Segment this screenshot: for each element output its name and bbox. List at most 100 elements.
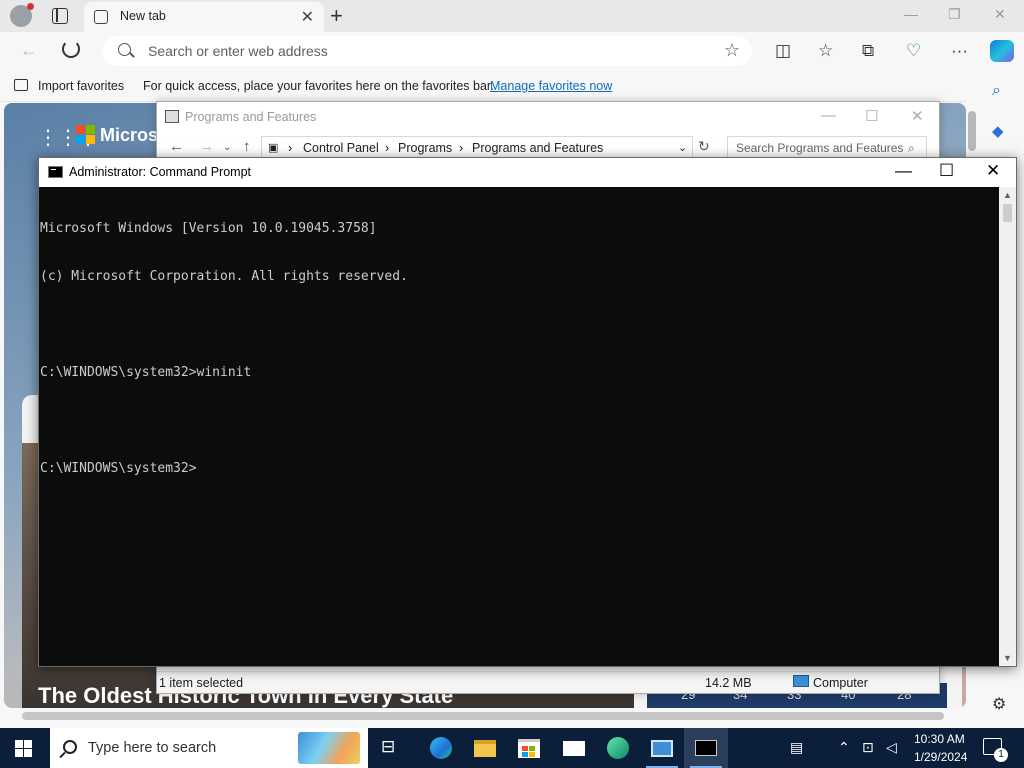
task-view-icon: ⊟ xyxy=(381,737,396,756)
breadcrumb-cp-icon: ▣ xyxy=(268,142,279,154)
clock-time[interactable]: 10:30 AM xyxy=(914,732,965,746)
breadcrumb-separator-icon: › xyxy=(459,141,464,155)
console-line: Microsoft Windows [Version 10.0.19045.37… xyxy=(40,221,377,236)
browser-restore-button[interactable]: ❐ xyxy=(948,6,961,23)
pf-titlebar[interactable]: Programs and Features — ☐ ✕ xyxy=(157,102,939,132)
taskbar-file-explorer[interactable] xyxy=(463,728,507,768)
search-highlights-icon[interactable] xyxy=(298,732,360,764)
cmd-titlebar[interactable]: Administrator: Command Prompt — ☐ ✕ xyxy=(39,158,1016,187)
sidebar-shopping-icon[interactable]: ◆ xyxy=(992,122,1004,140)
cmd-close-button[interactable]: ✕ xyxy=(986,161,1000,181)
status-selected-count: 1 item selected xyxy=(159,676,244,690)
pf-forward-arrow-icon[interactable]: → xyxy=(199,138,214,155)
pf-back-arrow-icon[interactable]: ← xyxy=(169,138,184,155)
status-size: 14.2 MB xyxy=(705,676,752,690)
cmd-icon xyxy=(695,740,717,756)
show-hidden-icons-chevron-icon[interactable]: ⌃ xyxy=(838,739,850,756)
browser-close-button[interactable]: ✕ xyxy=(994,6,1006,23)
cmd-minimize-button[interactable]: — xyxy=(895,161,912,181)
refresh-icon[interactable] xyxy=(62,40,80,58)
scroll-up-arrow-icon[interactable]: ▲ xyxy=(1003,190,1012,200)
copilot-icon[interactable] xyxy=(990,40,1014,62)
scroll-down-arrow-icon[interactable]: ▼ xyxy=(1003,653,1012,663)
pf-search-icon: ⌕ xyxy=(908,141,915,155)
taskbar-control-panel[interactable] xyxy=(640,728,684,768)
cmd-maximize-button[interactable]: ☐ xyxy=(939,161,954,181)
cmd-vertical-scrollbar[interactable]: ▲ ▼ xyxy=(999,187,1016,666)
sidebar-search-icon[interactable]: ⌕ xyxy=(992,82,1001,100)
pf-minimize-button[interactable]: — xyxy=(821,107,836,124)
notification-count-badge: 1 xyxy=(994,748,1008,762)
task-view-button[interactable]: ⊟ xyxy=(370,728,414,768)
taskbar: Type here to search ⊟ ▤ ⌃ ⊡ ◁ 10:30 AM 1… xyxy=(0,728,1024,768)
pf-maximize-button[interactable]: ☐ xyxy=(865,107,878,125)
scrollbar-thumb[interactable] xyxy=(22,712,944,720)
taskbar-mail[interactable] xyxy=(552,728,596,768)
favorites-hint-text: For quick access, place your favorites h… xyxy=(143,79,494,93)
breadcrumb-item[interactable]: Programs xyxy=(398,141,452,155)
breadcrumb-item[interactable]: Control Panel xyxy=(303,141,379,155)
address-bar[interactable]: Search or enter web address ☆ xyxy=(102,36,752,66)
taskbar-edge[interactable] xyxy=(419,728,463,768)
command-prompt-window: Administrator: Command Prompt — ☐ ✕ Micr… xyxy=(38,157,1017,667)
store-bag-icon xyxy=(518,739,540,758)
tab-new-tab[interactable]: New tab ✕ xyxy=(84,2,324,32)
favorite-star-icon[interactable]: ☆ xyxy=(724,40,740,61)
scrollbar-thumb[interactable] xyxy=(968,111,976,151)
tab-actions-icon[interactable] xyxy=(52,8,68,24)
tab-strip: New tab ✕ + — ❐ ✕ xyxy=(0,0,1024,32)
profile-avatar-icon[interactable] xyxy=(10,3,34,27)
breadcrumb[interactable]: ▣ › Control Panel › Programs › Programs … xyxy=(261,136,693,158)
news-widget-icon[interactable]: ▤ xyxy=(790,739,803,756)
pf-up-arrow-icon[interactable]: ↑ xyxy=(243,138,251,155)
taskbar-microsoft-store[interactable] xyxy=(507,728,551,768)
more-options-icon[interactable]: ··· xyxy=(951,41,968,61)
taskbar-search-input[interactable]: Type here to search xyxy=(88,740,216,756)
collections-icon[interactable]: ⧉ xyxy=(862,41,874,61)
clock-date[interactable]: 1/29/2024 xyxy=(914,750,967,764)
pf-search-input[interactable]: Search Programs and Features ⌕ xyxy=(727,136,927,158)
address-input[interactable]: Search or enter web address xyxy=(148,43,328,59)
manage-favorites-link[interactable]: Manage favorites now xyxy=(490,79,612,93)
volume-muted-icon[interactable]: ◁ xyxy=(886,739,897,756)
microsoft-logo-icon xyxy=(76,125,96,145)
pf-search-placeholder: Search Programs and Features xyxy=(736,141,904,155)
console-prompt-line[interactable]: C:\WINDOWS\system32> xyxy=(40,461,999,477)
breadcrumb-dropdown-icon[interactable]: ⌄ xyxy=(678,141,687,154)
import-favorites-button[interactable]: Import favorites xyxy=(38,79,124,93)
import-icon xyxy=(14,79,28,91)
cmd-app-icon[interactable] xyxy=(48,166,63,178)
taskbar-search-box[interactable]: Type here to search xyxy=(50,728,368,768)
new-tab-page-icon xyxy=(94,10,108,24)
favorites-icon[interactable]: ☆ xyxy=(818,41,833,61)
split-screen-icon[interactable]: ◫ xyxy=(775,41,791,61)
pf-refresh-icon[interactable]: ↻ xyxy=(698,138,710,155)
console-line: C:\WINDOWS\system32>wininit xyxy=(40,365,252,380)
search-icon xyxy=(118,43,131,56)
browser-minimize-button[interactable]: — xyxy=(904,6,918,22)
taskbar-command-prompt[interactable] xyxy=(684,728,728,768)
breadcrumb-item[interactable]: Programs and Features xyxy=(472,141,603,155)
back-arrow-icon[interactable]: ← xyxy=(20,40,38,61)
mail-envelope-icon xyxy=(563,741,585,756)
scrollbar-thumb[interactable] xyxy=(1003,204,1012,222)
tab-close-icon[interactable]: ✕ xyxy=(301,7,314,27)
console-line: (c) Microsoft Corporation. All rights re… xyxy=(40,269,408,284)
pf-close-button[interactable]: ✕ xyxy=(911,107,924,125)
search-icon xyxy=(63,740,77,754)
breadcrumb-separator-icon: › xyxy=(385,141,390,155)
folder-icon xyxy=(474,740,496,757)
sidebar-settings-gear-icon[interactable]: ⚙ xyxy=(992,694,1006,714)
start-button[interactable] xyxy=(15,740,32,757)
network-icon[interactable]: ⊡ xyxy=(862,739,874,756)
new-tab-button[interactable]: + xyxy=(330,3,343,29)
pf-recent-chevron-icon[interactable]: ⌄ xyxy=(223,142,231,153)
page-horizontal-scrollbar[interactable] xyxy=(4,708,966,724)
cmd-console-output[interactable]: Microsoft Windows [Version 10.0.19045.37… xyxy=(39,187,1000,666)
edge-icon xyxy=(430,737,452,759)
status-location: Computer xyxy=(813,676,868,690)
browser-essentials-icon[interactable]: ♡ xyxy=(906,41,921,61)
taskbar-edge-dev[interactable] xyxy=(596,728,640,768)
edge-dev-icon xyxy=(607,737,629,759)
